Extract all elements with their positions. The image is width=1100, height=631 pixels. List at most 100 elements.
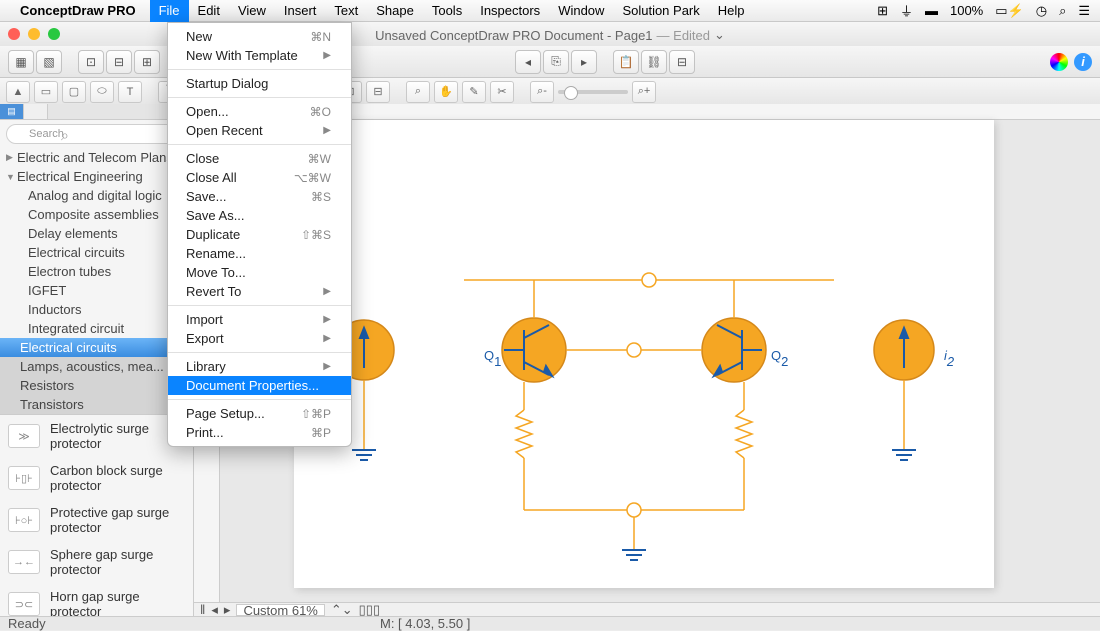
battery-icon[interactable]: ▭⚡ [995, 3, 1023, 19]
zoom-window[interactable] [48, 28, 60, 40]
menu-item-move-to-[interactable]: Move To... [168, 263, 351, 282]
spotlight-icon[interactable]: ⌕ [1059, 3, 1066, 19]
menu-item-close-all[interactable]: Close All⌥⌘W [168, 168, 351, 187]
tool-org[interactable]: ⊟ [669, 50, 695, 74]
tool-hierarchy[interactable]: ⊡ [78, 50, 104, 74]
stencil-item[interactable]: ⊃⊂Horn gap surge protector [0, 583, 193, 616]
tool-swatch[interactable]: ▧ [36, 50, 62, 74]
menu-item-import[interactable]: Import▶ [168, 310, 351, 329]
tool-hierarchy-2[interactable]: ⊟ [106, 50, 132, 74]
sidebar-tab-2[interactable] [24, 104, 48, 119]
clock-icon[interactable]: ◷ [1036, 3, 1047, 19]
tool-forward[interactable]: ▸ [571, 50, 597, 74]
tree-item[interactable]: Analog and digital logic [0, 186, 193, 205]
menu-item-export[interactable]: Export▶ [168, 329, 351, 348]
menu-item-new-with-template[interactable]: New With Template▶ [168, 46, 351, 65]
menu-item-print-[interactable]: Print...⌘P [168, 423, 351, 442]
tree-item[interactable]: ▶Electric and Telecom Plans [0, 148, 193, 167]
menu-view[interactable]: View [229, 0, 275, 22]
info-icon[interactable]: i [1074, 53, 1092, 71]
menu-solution-park[interactable]: Solution Park [613, 0, 708, 22]
menu-window[interactable]: Window [549, 0, 613, 22]
tool-hierarchy-3[interactable]: ⊞ [134, 50, 160, 74]
menu-item-save-[interactable]: Save...⌘S [168, 187, 351, 206]
stencil-item[interactable]: →←Sphere gap surge protector [0, 541, 193, 583]
hand-tool[interactable]: ✋ [434, 81, 458, 103]
menu-tools[interactable]: Tools [423, 0, 471, 22]
group-tool[interactable]: ⊟ [366, 81, 390, 103]
tree-item[interactable]: Inductors [0, 300, 193, 319]
menu-item-page-setup-[interactable]: Page Setup...⇧⌘P [168, 404, 351, 423]
rounded-tool[interactable]: ▢ [62, 81, 86, 103]
menu-item-startup-dialog[interactable]: Startup Dialog [168, 74, 351, 93]
menu-item-new[interactable]: New⌘N [168, 27, 351, 46]
menu-file[interactable]: File [150, 0, 189, 22]
tree-item[interactable]: ▼Electrical Engineering [0, 167, 193, 186]
zoom-in-icon[interactable]: ⌕+ [632, 81, 656, 103]
label-q2: Q2 [771, 348, 788, 369]
tree-item[interactable]: Transistors [0, 395, 193, 414]
tree-item[interactable]: Lamps, acoustics, mea... [0, 357, 193, 376]
menu-shape[interactable]: Shape [367, 0, 423, 22]
tree-item[interactable]: Integrated circuit [0, 319, 193, 338]
menu-inspectors[interactable]: Inspectors [471, 0, 549, 22]
list-icon[interactable]: ☰ [1078, 3, 1090, 19]
tool-copy[interactable]: ⎘ [543, 50, 569, 74]
flag-icon[interactable]: ▬ [925, 3, 938, 18]
menu-item-document-properties-[interactable]: Document Properties... [168, 376, 351, 395]
search-input[interactable]: Search [6, 124, 187, 144]
app-name[interactable]: ConceptDraw PRO [20, 3, 136, 18]
tree-item[interactable]: Resistors [0, 376, 193, 395]
menu-insert[interactable]: Insert [275, 0, 326, 22]
chevron-down-icon[interactable]: ⌄ [714, 27, 725, 43]
minimize-window[interactable] [28, 28, 40, 40]
zoom-out-icon[interactable]: ⌕- [530, 81, 554, 103]
menu-item-rename-[interactable]: Rename... [168, 244, 351, 263]
tool-layers[interactable]: ▦ [8, 50, 34, 74]
crop-tool[interactable]: ✂ [490, 81, 514, 103]
stencil-item[interactable]: ≫Electrolytic surge protector [0, 415, 193, 457]
sidebar-tabs: ▤ [0, 104, 193, 120]
tree-item[interactable]: Delay elements [0, 224, 193, 243]
pointer-tool[interactable]: ▲ [6, 81, 30, 103]
pause-icon[interactable]: ‖ [200, 602, 205, 617]
tree-item[interactable]: Electrical circuits [0, 243, 193, 262]
drawing-page[interactable]: Q1 Q2 i2 [294, 120, 994, 588]
stencil-item[interactable]: ⊦○⊦Protective gap surge protector [0, 499, 193, 541]
tree-item[interactable]: IGFET [0, 281, 193, 300]
rect-tool[interactable]: ▭ [34, 81, 58, 103]
menu-help[interactable]: Help [709, 0, 754, 22]
zoom-in-tool[interactable]: ⌕ [406, 81, 430, 103]
wifi-icon[interactable]: ⏚ [900, 1, 913, 20]
tree-item[interactable]: Composite assemblies [0, 205, 193, 224]
ellipse-tool[interactable]: ⬭ [90, 81, 114, 103]
menu-item-revert-to[interactable]: Revert To▶ [168, 282, 351, 301]
menu-edit[interactable]: Edit [189, 0, 229, 22]
menu-item-save-as-[interactable]: Save As... [168, 206, 351, 225]
tree-item[interactable]: Electron tubes [0, 262, 193, 281]
tool-chain[interactable]: ⛓ [641, 50, 667, 74]
text-tool[interactable]: T [118, 81, 142, 103]
menu-item-library[interactable]: Library▶ [168, 357, 351, 376]
menu-item-open-recent[interactable]: Open Recent▶ [168, 121, 351, 140]
menu-item-open-[interactable]: Open...⌘O [168, 102, 351, 121]
main-toolbar: ▦ ▧ ⊡ ⊟ ⊞ ◂ ⎘ ▸ 📋 ⛓ ⊟ i [0, 46, 1100, 78]
title-bar: Unsaved ConceptDraw PRO Document - Page1… [0, 22, 1100, 44]
circuit-diagram: Q1 Q2 i2 [344, 260, 964, 580]
menu-item-duplicate[interactable]: Duplicate⇧⌘S [168, 225, 351, 244]
menu-item-close[interactable]: Close⌘W [168, 149, 351, 168]
battery-text[interactable]: 100% [950, 3, 983, 18]
grid-icon[interactable]: ⊞ [877, 3, 888, 19]
tool-paste[interactable]: 📋 [613, 50, 639, 74]
zoom-slider[interactable] [558, 90, 628, 94]
zoom-dropdown[interactable]: Custom 61% [236, 604, 324, 616]
sidebar-tab-libs[interactable]: ▤ [0, 104, 24, 119]
eyedropper-tool[interactable]: ✎ [462, 81, 486, 103]
label-i2: i2 [944, 348, 955, 369]
color-picker-icon[interactable] [1050, 53, 1068, 71]
tree-item[interactable]: Electrical circuits [0, 338, 193, 357]
close-window[interactable] [8, 28, 20, 40]
stencil-item[interactable]: ⊦▯⊦Carbon block surge protector [0, 457, 193, 499]
menu-text[interactable]: Text [325, 0, 367, 22]
tool-back[interactable]: ◂ [515, 50, 541, 74]
